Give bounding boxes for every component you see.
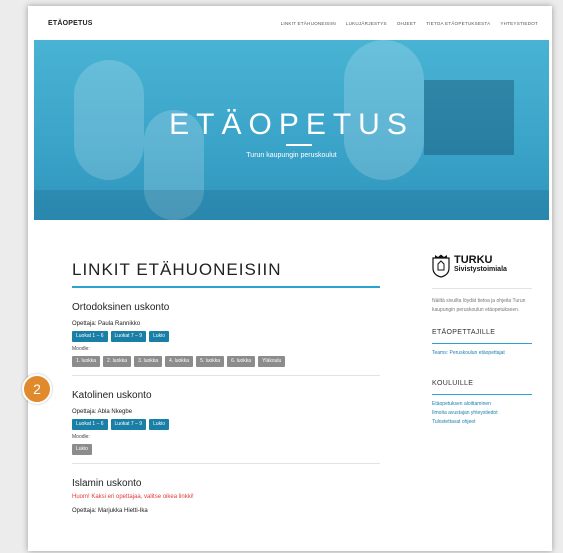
logo-subtitle: Sivistystoimiala [454,266,507,273]
moodle-button-5-luokka[interactable]: 5. luokka [196,356,225,367]
logo-title: TURKU [454,254,493,266]
moodle-button-1-luokka[interactable]: 1. luokka [72,356,101,367]
sidebar-heading-underline [432,394,532,395]
hero-banner: ETÄOPETUS Turun kaupungin peruskoulut [34,40,549,220]
hero-divider [286,144,312,146]
sidebar-link-avustaja[interactable]: Ilmoita avustajan yhteystiedot [432,409,532,418]
hero-desk [34,190,549,220]
sidebar-link-ohjeet[interactable]: Tulostettavat ohjeet [432,418,532,427]
hero-title: ETÄOPETUS [169,108,414,141]
section-heading: Ortodoksinen uskonto [72,302,170,313]
moodle-buttons: 1. luokka 2. luokka 3. luokka 4. luokka … [72,356,380,367]
section-divider [72,375,380,376]
room-button-lukio[interactable]: Lukio [149,419,170,430]
teacher-name: Opettaja: Paula Rannikko [72,321,141,327]
sidebar-heading-kouluille: KOULUILLE [432,380,474,387]
title-underline [72,286,380,288]
turku-logo[interactable]: TURKU Sivistystoimiala [432,254,532,278]
room-button-lukio[interactable]: Lukio [149,331,170,342]
teacher-name: Opettaja: Marjukka Hietti-Ika [72,508,148,514]
warning-text: Huom! Kaksi eri opettajaa, valitse oikea… [72,494,194,500]
sidebar-link-teams[interactable]: Teams: Peruskoulun etäopettajat [432,349,532,358]
nav-link-ohjeet[interactable]: OHJEET [397,21,416,26]
sidebar-links: Etäopetuksen aloittaminen Ilmoita avusta… [432,400,532,427]
hero-subtitle: Turun kaupungin peruskoulut [246,152,337,159]
room-buttons: Luokat 1 – 6 Luokat 7 – 9 Lukio [72,419,380,430]
moodle-buttons: Lukio [72,444,380,455]
nav-link-tietoa[interactable]: TIETOA ETÄOPETUKSESTA [426,21,490,26]
main-content: LINKIT ETÄHUONEISIIN Ortodoksinen uskont… [72,260,380,514]
main-menu: LINKIT ETÄHUONEISIIN LUKUJÄRJESTYS OHJEE… [281,21,538,26]
top-navigation: ETÄOPETUS LINKIT ETÄHUONEISIIN LUKUJÄRJE… [28,6,552,40]
moodle-button-lukio[interactable]: Lukio [72,444,92,455]
room-button-luokat-7-9[interactable]: Luokat 7 – 9 [110,331,147,342]
nav-link-etahuoneisiin[interactable]: LINKIT ETÄHUONEISIIN [281,21,336,26]
moodle-label: Moodle: [72,434,90,440]
room-button-luokat-1-6[interactable]: Luokat 1 – 6 [72,331,108,342]
sidebar-links: Teams: Peruskoulun etäopettajat [432,349,532,358]
sidebar-description: Näiltä sivuilta löydät tietoa ja ohjeita… [432,298,526,313]
room-button-luokat-1-6[interactable]: Luokat 1 – 6 [72,419,108,430]
section-heading: Islamin uskonto [72,478,142,489]
room-button-luokat-7-9[interactable]: Luokat 7 – 9 [110,419,147,430]
section-islam: Islamin uskonto Huom! Kaksi eri opettaja… [72,478,380,514]
step-number-badge: 2 [22,374,52,404]
moodle-button-6-luokka[interactable]: 6. luokka [227,356,256,367]
section-ortodoksinen: Ortodoksinen uskonto Opettaja: Paula Ran… [72,302,380,376]
turku-crest-icon [432,254,450,278]
page-title: LINKIT ETÄHUONEISIIN [72,260,282,279]
nav-link-yhteystiedot[interactable]: YHTEYSTIEDOT [500,21,538,26]
room-buttons: Luokat 1 – 6 Luokat 7 – 9 Lukio [72,331,380,342]
sidebar-link-aloittaminen[interactable]: Etäopetuksen aloittaminen [432,400,532,409]
sidebar-heading-underline [432,343,532,344]
section-heading: Katolinen uskonto [72,390,152,401]
moodle-button-2-luokka[interactable]: 2. luokka [103,356,132,367]
moodle-button-ylakoulu[interactable]: Yläkoulu [258,356,286,367]
sidebar: TURKU Sivistystoimiala Näiltä sivuilta l… [432,254,532,427]
moodle-button-3-luokka[interactable]: 3. luokka [134,356,163,367]
teacher-name: Opettaja: Abla Nkegbe [72,409,133,415]
sidebar-divider [432,288,532,289]
sidebar-heading-etaopettajille: ETÄOPETTAJILLE [432,329,496,336]
section-divider [72,463,380,464]
nav-link-lukujarjestys[interactable]: LUKUJÄRJESTYS [346,21,387,26]
moodle-button-4-luokka[interactable]: 4. luokka [165,356,194,367]
site-brand[interactable]: ETÄOPETUS [48,20,93,27]
browser-page: ETÄOPETUS LINKIT ETÄHUONEISIIN LUKUJÄRJE… [28,6,552,551]
moodle-label: Moodle: [72,346,90,352]
section-katolinen: Katolinen uskonto Opettaja: Abla Nkegbe … [72,390,380,464]
